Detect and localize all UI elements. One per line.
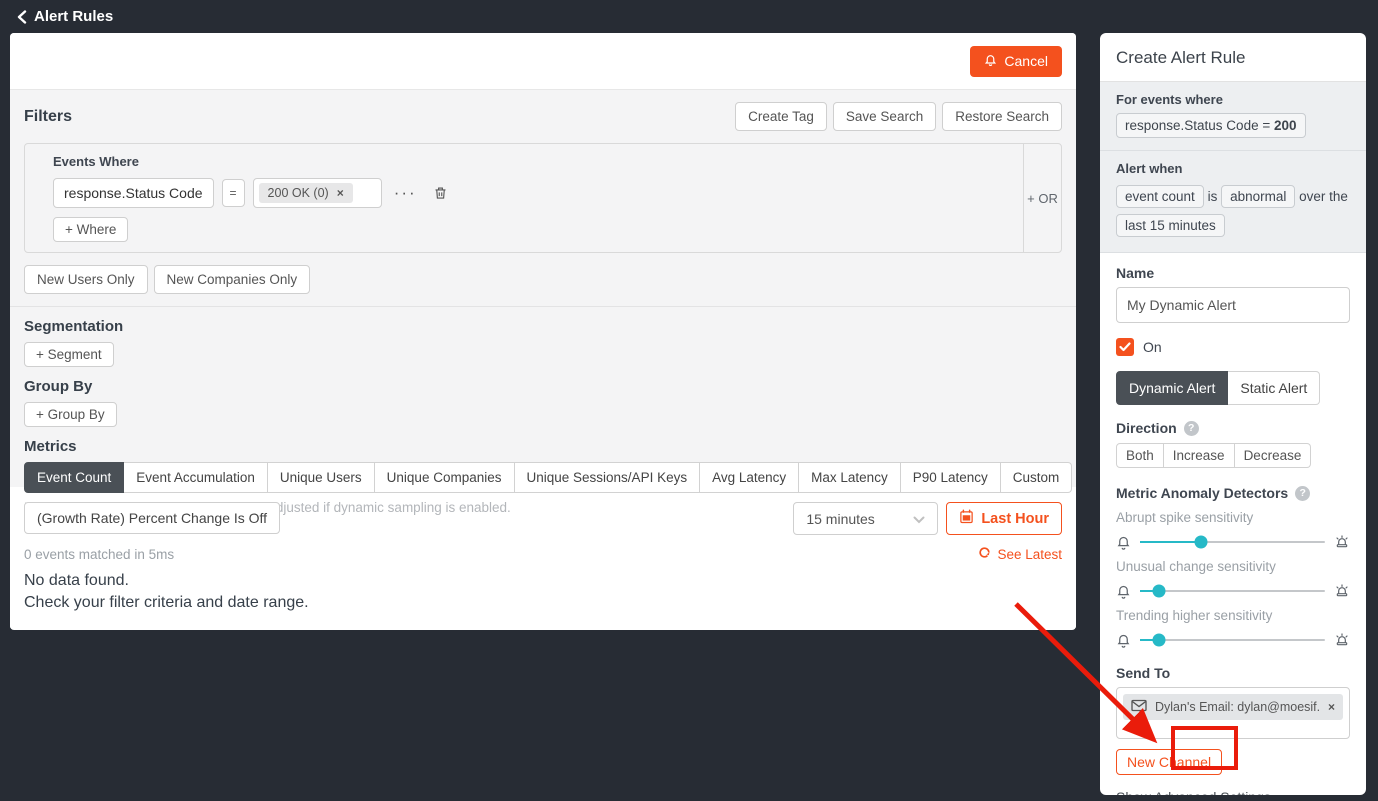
- direction-decrease[interactable]: Decrease: [1235, 443, 1312, 468]
- events-where-title: Events Where: [53, 154, 995, 169]
- siren-icon: [1334, 534, 1350, 550]
- direction-options: Both Increase Decrease: [1116, 443, 1311, 468]
- metric-tab-event-count[interactable]: Event Count: [24, 462, 124, 493]
- on-label: On: [1143, 339, 1162, 355]
- interval-select[interactable]: 15 minutes: [793, 502, 938, 535]
- alert-type-tabs: Dynamic Alert Static Alert: [1116, 371, 1320, 405]
- alert-metric-chip: event count: [1116, 185, 1204, 208]
- metric-tab-avg-latency[interactable]: Avg Latency: [700, 462, 799, 493]
- remove-value-icon[interactable]: ×: [337, 186, 344, 200]
- growth-rate-button[interactable]: (Growth Rate) Percent Change Is Off: [24, 502, 280, 534]
- new-users-only-button[interactable]: New Users Only: [24, 265, 148, 294]
- name-label: Name: [1116, 265, 1350, 281]
- more-options-icon[interactable]: ···: [394, 183, 417, 203]
- results-section: (Growth Rate) Percent Change Is Off 15 m…: [10, 487, 1076, 628]
- tab-dynamic-alert[interactable]: Dynamic Alert: [1116, 371, 1228, 405]
- bell-quiet-icon: [1116, 633, 1131, 648]
- section-divider: [10, 306, 1076, 307]
- unusual-change-slider[interactable]: [1140, 590, 1325, 592]
- tab-static-alert[interactable]: Static Alert: [1228, 371, 1320, 405]
- see-latest-button[interactable]: See Latest: [978, 546, 1062, 562]
- siren-icon: [1334, 583, 1350, 599]
- segmentation-title: Segmentation: [24, 318, 1062, 335]
- chevron-down-icon: [913, 511, 925, 527]
- channel-chip: Dylan's Email: dylan@moesif.c... ×: [1123, 694, 1343, 720]
- trending-higher-slider[interactable]: [1140, 639, 1325, 641]
- delete-filter-icon[interactable]: [433, 185, 448, 201]
- unusual-change-slider-row: [1116, 583, 1350, 599]
- abrupt-spike-slider[interactable]: [1140, 541, 1325, 543]
- direction-both[interactable]: Both: [1116, 443, 1164, 468]
- refresh-icon: [978, 546, 991, 562]
- cancel-alert-button[interactable]: Cancel: [970, 46, 1062, 77]
- send-to-label: Send To: [1116, 665, 1350, 681]
- calendar-icon: [959, 509, 974, 528]
- date-range-button[interactable]: Last Hour: [946, 502, 1062, 535]
- filters-title: Filters: [24, 108, 72, 126]
- add-where-button[interactable]: + Where: [53, 217, 128, 242]
- siren-icon: [1334, 632, 1350, 648]
- alert-window-chip: last 15 minutes: [1116, 214, 1225, 237]
- filter-operator[interactable]: =: [222, 179, 245, 207]
- metric-tab-unique-companies[interactable]: Unique Companies: [375, 462, 515, 493]
- trending-higher-label: Trending higher sensitivity: [1116, 608, 1350, 623]
- direction-label: Direction: [1116, 420, 1177, 436]
- metric-tab-custom[interactable]: Custom: [1001, 462, 1073, 493]
- metric-tabs: Event Count Event Accumulation Unique Us…: [24, 462, 1072, 493]
- metrics-title: Metrics: [24, 438, 1062, 455]
- group-by-title: Group By: [24, 378, 1062, 395]
- builder-header: Cancel: [10, 33, 1076, 90]
- events-matched-text: 0 events matched in 5ms: [24, 547, 174, 562]
- events-filter-chip: response.Status Code = 200: [1116, 113, 1306, 138]
- detectors-label: Metric Anomaly Detectors: [1116, 485, 1288, 501]
- alert-condition-chip: abnormal: [1221, 185, 1295, 208]
- bell-quiet-icon: [1116, 535, 1131, 550]
- topbar: Alert Rules: [0, 0, 1378, 33]
- no-data-message: No data found. Check your filter criteri…: [24, 570, 1062, 613]
- abrupt-spike-slider-row: [1116, 534, 1350, 550]
- detectors-help-icon[interactable]: ?: [1295, 486, 1310, 501]
- metric-tab-p90-latency[interactable]: P90 Latency: [901, 462, 1001, 493]
- bell-quiet-icon: [1116, 584, 1131, 599]
- new-channel-button[interactable]: New Channel: [1116, 749, 1222, 775]
- new-companies-only-button[interactable]: New Companies Only: [154, 265, 311, 294]
- abrupt-spike-label: Abrupt spike sensitivity: [1116, 510, 1350, 525]
- metric-tab-unique-users[interactable]: Unique Users: [268, 462, 375, 493]
- back-to-alert-rules[interactable]: Alert Rules: [16, 8, 113, 25]
- panel-title: Create Alert Rule: [1100, 33, 1366, 82]
- remove-channel-icon[interactable]: ×: [1328, 700, 1335, 714]
- direction-help-icon[interactable]: ?: [1184, 421, 1199, 436]
- add-segment-button[interactable]: + Segment: [24, 342, 114, 367]
- metric-tab-unique-sessions[interactable]: Unique Sessions/API Keys: [515, 462, 701, 493]
- metric-tab-event-accumulation[interactable]: Event Accumulation: [124, 462, 268, 493]
- add-group-by-button[interactable]: + Group By: [24, 402, 117, 427]
- alert-builder-panel: Cancel Filters Create Tag Save Search Re…: [10, 33, 1076, 630]
- back-label: Alert Rules: [34, 8, 113, 25]
- events-where-panel: Events Where response.Status Code = 200 …: [24, 143, 1062, 253]
- metric-tab-max-latency[interactable]: Max Latency: [799, 462, 901, 493]
- chevron-left-icon: [16, 10, 28, 24]
- unusual-change-label: Unusual change sensitivity: [1116, 559, 1350, 574]
- alert-name-input[interactable]: [1116, 287, 1350, 323]
- filters-section: Filters Create Tag Save Search Restore S…: [10, 90, 1076, 487]
- restore-search-button[interactable]: Restore Search: [942, 102, 1062, 131]
- add-or-button[interactable]: + OR: [1023, 144, 1061, 252]
- alert-when-summary: Alert when event count is abnormal over …: [1100, 151, 1366, 253]
- filter-value-chip[interactable]: 200 OK (0) ×: [259, 183, 353, 203]
- filter-value-container[interactable]: 200 OK (0) ×: [253, 178, 382, 208]
- save-search-button[interactable]: Save Search: [833, 102, 936, 131]
- bell-icon: [984, 53, 997, 70]
- on-checkbox[interactable]: [1116, 338, 1134, 356]
- trending-higher-slider-row: [1116, 632, 1350, 648]
- show-advanced-settings[interactable]: Show Advanced Settings: [1116, 789, 1350, 795]
- direction-increase[interactable]: Increase: [1164, 443, 1235, 468]
- filter-field[interactable]: response.Status Code: [53, 178, 214, 208]
- for-events-where-summary: For events where response.Status Code = …: [1100, 82, 1366, 151]
- send-to-container[interactable]: Dylan's Email: dylan@moesif.c... ×: [1116, 687, 1350, 739]
- envelope-icon: [1131, 699, 1147, 715]
- create-tag-button[interactable]: Create Tag: [735, 102, 827, 131]
- create-alert-rule-panel: Create Alert Rule For events where respo…: [1100, 33, 1366, 795]
